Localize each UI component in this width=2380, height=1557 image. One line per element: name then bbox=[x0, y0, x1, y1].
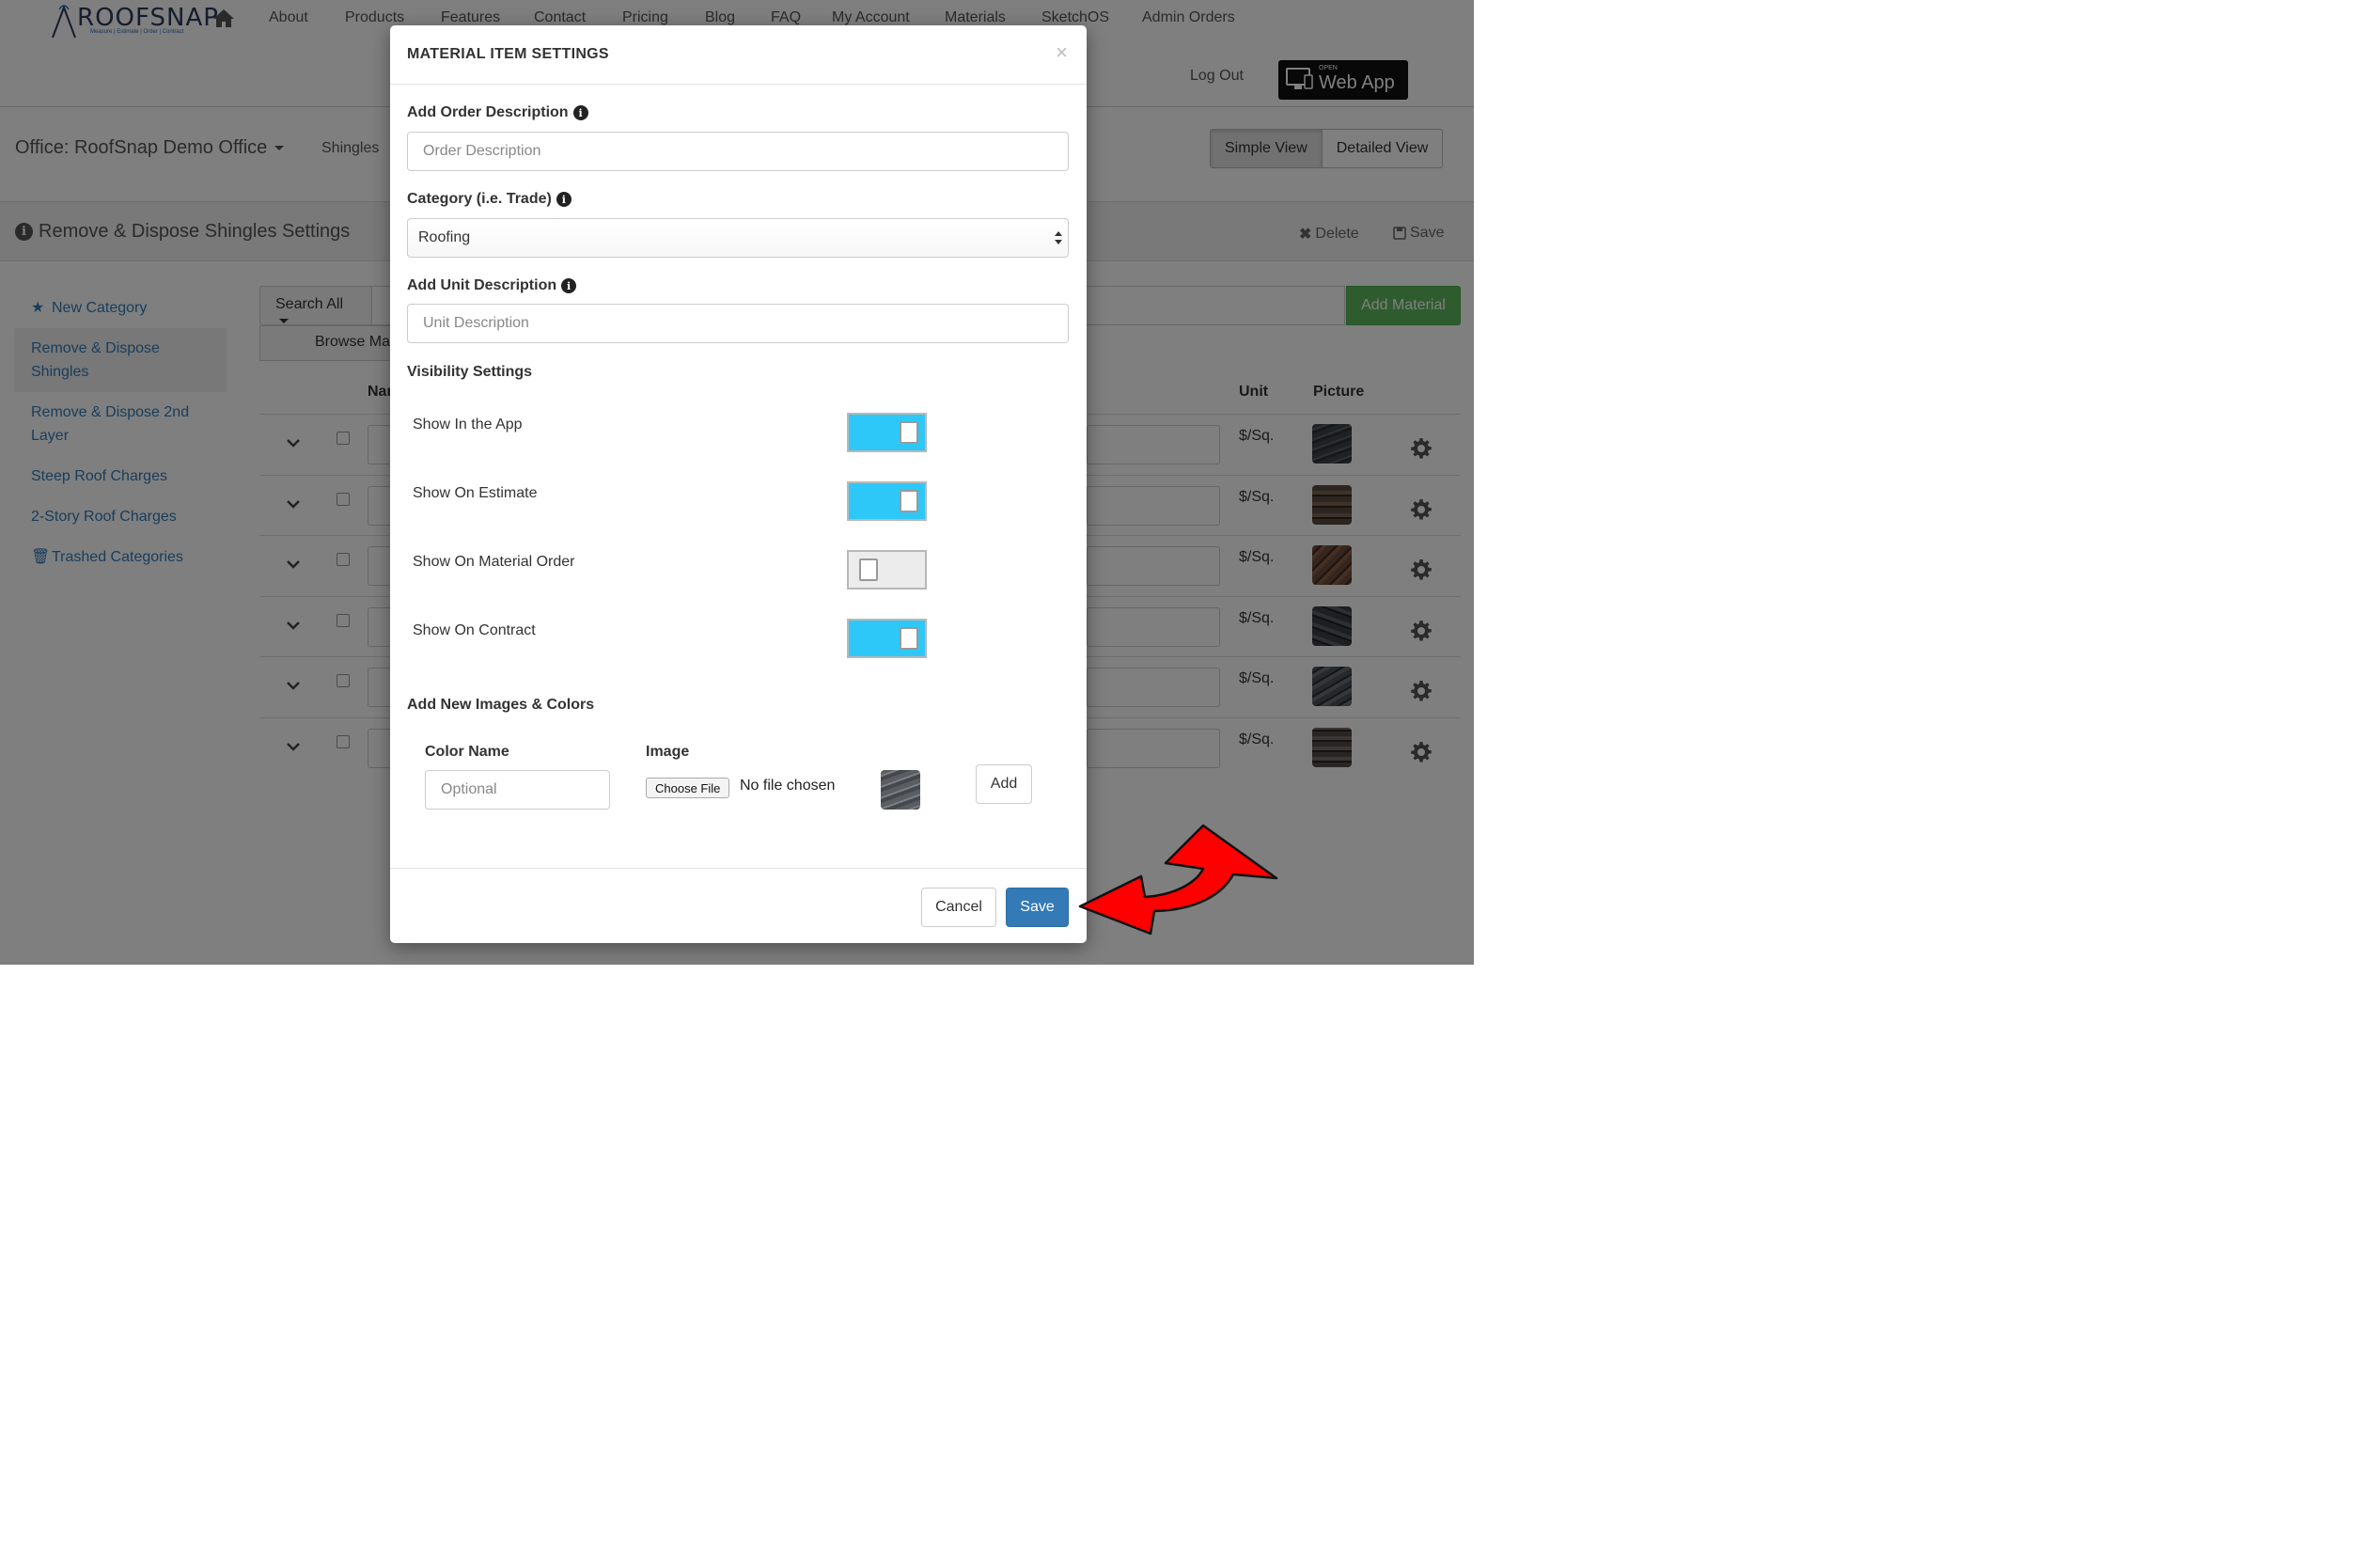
toggle-knob bbox=[900, 490, 918, 512]
info-icon[interactable]: i bbox=[572, 105, 588, 120]
info-icon[interactable]: i bbox=[556, 192, 572, 207]
color-name-input[interactable] bbox=[425, 770, 610, 810]
visibility-label: Show On Estimate bbox=[413, 485, 538, 501]
visibility-settings-heading: Visibility Settings bbox=[407, 364, 533, 380]
unit-description-label-text: Add Unit Description bbox=[407, 277, 557, 293]
unit-description-input[interactable] bbox=[407, 304, 1069, 343]
category-selected-value: Roofing bbox=[418, 229, 471, 245]
save-button[interactable]: Save bbox=[1006, 888, 1069, 927]
category-label: Category (i.e. Trade) i bbox=[407, 191, 572, 208]
annotation-arrow-icon bbox=[1078, 824, 1278, 936]
info-icon[interactable]: i bbox=[561, 278, 577, 293]
close-icon[interactable]: × bbox=[1056, 40, 1068, 65]
modal-header: MATERIAL ITEM SETTINGS × bbox=[390, 25, 1087, 85]
add-image-button[interactable]: Add bbox=[976, 764, 1032, 804]
order-description-input[interactable] bbox=[407, 132, 1069, 171]
image-preview-thumbnail bbox=[881, 770, 920, 810]
toggle-knob bbox=[900, 627, 918, 650]
visibility-toggle[interactable] bbox=[847, 481, 927, 521]
file-status: No file chosen bbox=[740, 778, 836, 794]
category-label-text: Category (i.e. Trade) bbox=[407, 191, 552, 207]
order-description-label: Add Order Description i bbox=[407, 104, 588, 121]
color-name-label: Color Name bbox=[425, 744, 509, 760]
choose-file-button[interactable]: Choose File bbox=[646, 778, 730, 798]
image-label: Image bbox=[646, 744, 690, 760]
select-arrows-icon bbox=[1055, 231, 1062, 244]
unit-description-label: Add Unit Description i bbox=[407, 277, 577, 294]
visibility-toggle[interactable] bbox=[847, 619, 927, 658]
category-select[interactable]: Roofing bbox=[407, 218, 1069, 258]
cancel-button[interactable]: Cancel bbox=[921, 888, 996, 927]
visibility-toggle[interactable] bbox=[847, 413, 927, 452]
images-colors-heading: Add New Images & Colors bbox=[407, 697, 595, 713]
visibility-label: Show On Material Order bbox=[413, 554, 575, 570]
modal-title: MATERIAL ITEM SETTINGS bbox=[407, 46, 609, 62]
modal-footer: Cancel Save bbox=[390, 868, 1087, 943]
material-item-settings-modal: MATERIAL ITEM SETTINGS × Add Order Descr… bbox=[390, 25, 1087, 943]
toggle-knob bbox=[900, 421, 918, 444]
order-description-label-text: Add Order Description bbox=[407, 104, 569, 120]
toggle-knob bbox=[859, 558, 878, 581]
visibility-label: Show In the App bbox=[413, 417, 523, 432]
visibility-toggle[interactable] bbox=[847, 550, 927, 590]
visibility-label: Show On Contract bbox=[413, 622, 536, 638]
